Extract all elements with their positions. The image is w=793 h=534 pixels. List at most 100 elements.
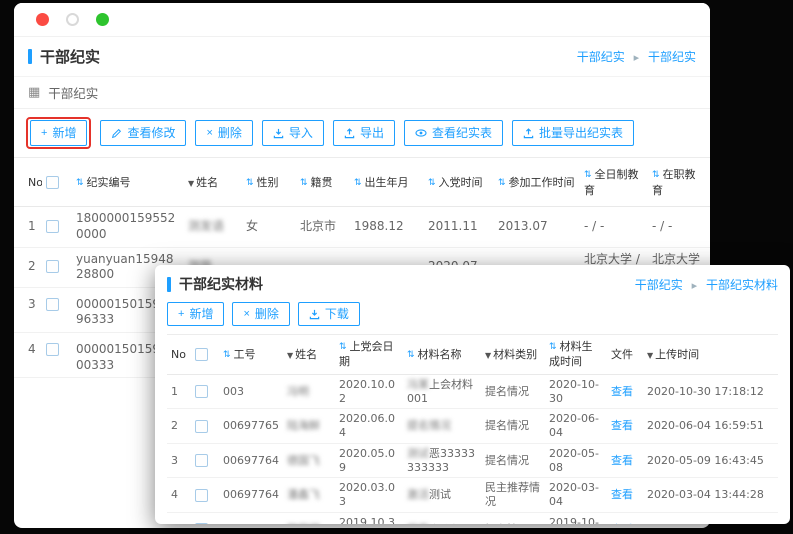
view-edit-button[interactable]: 查看修改	[100, 120, 186, 146]
column-label: 纪实编号	[87, 176, 131, 189]
sort-icon[interactable]: ⇅	[498, 178, 506, 188]
import-button[interactable]: 导入	[262, 120, 324, 146]
cell-generated: 2020-06-04	[545, 409, 607, 444]
cell-material: 激活测试	[403, 478, 481, 513]
close-window-button[interactable]	[36, 13, 49, 26]
window-titlebar	[14, 3, 710, 37]
row-checkbox[interactable]	[46, 220, 59, 233]
view-file-link[interactable]: 查看	[611, 488, 633, 501]
row-checkbox[interactable]	[195, 385, 208, 398]
sort-icon[interactable]: ⇅	[339, 342, 347, 352]
row-checkbox[interactable]	[195, 523, 208, 524]
select-all-checkbox[interactable]	[195, 348, 208, 361]
sort-icon[interactable]: ⇅	[407, 350, 415, 360]
delete-button[interactable]: × 删除	[195, 120, 252, 146]
column-label: 姓名	[196, 176, 218, 189]
cell-name: 陆海鲜	[283, 409, 335, 444]
add-button[interactable]: + 新增	[167, 302, 224, 326]
view-file-link[interactable]: 查看	[611, 419, 633, 432]
column-label: 文件	[611, 348, 633, 361]
cell-name: 魏薇娜	[283, 512, 335, 524]
row-checkbox[interactable]	[195, 489, 208, 502]
column-header[interactable]: ⇅上党会日期	[335, 335, 403, 375]
select-all-header	[42, 158, 72, 207]
column-header[interactable]: ⇅工号	[219, 335, 283, 375]
row-checkbox[interactable]	[46, 343, 59, 356]
column-header[interactable]: ⇅参加工作时间	[494, 158, 580, 207]
filter-icon[interactable]: ▼	[287, 351, 293, 360]
breadcrumb-current[interactable]: 干部纪实	[648, 50, 696, 64]
view-file-link[interactable]: 查看	[611, 523, 633, 524]
batch-export-button[interactable]: 批量导出纪实表	[512, 120, 634, 146]
materials-panel: 干部纪实材料 干部纪实 ▸ 干部纪实材料 + 新增 × 删除 下载	[155, 265, 790, 524]
filter-icon[interactable]: ▼	[188, 179, 194, 188]
row-checkbox[interactable]	[195, 454, 208, 467]
column-header: No	[167, 335, 191, 375]
breadcrumb-link[interactable]: 干部纪实	[577, 50, 625, 64]
column-header[interactable]: ⇅出生年月	[350, 158, 424, 207]
column-header[interactable]: ⇅材料名称	[403, 335, 481, 375]
cell-check	[42, 287, 72, 332]
column-header[interactable]: ▼材料类别	[481, 335, 545, 375]
minimize-window-button[interactable]	[66, 13, 79, 26]
cell-check	[191, 512, 219, 524]
cell-category: 民主推荐情况	[481, 478, 545, 513]
column-header[interactable]: ⇅籍贯	[296, 158, 350, 207]
download-button[interactable]: 下载	[298, 302, 360, 326]
delete-button[interactable]: × 删除	[232, 302, 289, 326]
sort-icon[interactable]: ⇅	[246, 178, 254, 188]
cell-no: 4	[14, 332, 42, 377]
cell-uploaded: 2020-03-04 13:44:28	[643, 478, 778, 513]
column-label: 出生年月	[365, 176, 409, 189]
column-header[interactable]: ⇅全日制教育	[580, 158, 648, 207]
table-row: 200697765陆海鲜2020.06.04提名情况提名情况2020-06-04…	[167, 409, 778, 444]
cell-file: 查看	[607, 478, 643, 513]
cell-no: 2	[167, 409, 191, 444]
row-checkbox[interactable]	[46, 298, 59, 311]
sort-icon[interactable]: ⇅	[428, 178, 436, 188]
view-record-table-button[interactable]: 查看纪实表	[404, 120, 503, 146]
column-header[interactable]: ⇅材料生成时间	[545, 335, 607, 375]
column-header[interactable]: ⇅纪实编号	[72, 158, 184, 207]
cell-party: 2011.11	[424, 207, 494, 247]
breadcrumb-current[interactable]: 干部纪实材料	[706, 278, 778, 292]
download-icon	[309, 309, 320, 320]
column-label: 参加工作时间	[509, 176, 575, 189]
column-header[interactable]: ⇅在职教育	[648, 158, 710, 207]
row-checkbox[interactable]	[195, 420, 208, 433]
cell-uploaded: 2020-10-30 17:18:12	[643, 374, 778, 409]
edit-icon	[111, 128, 122, 139]
column-label: 全日制教育	[584, 168, 639, 197]
filter-icon[interactable]: ▼	[485, 351, 491, 360]
breadcrumb-link[interactable]: 干部纪实	[635, 278, 683, 292]
maximize-window-button[interactable]	[96, 13, 109, 26]
cell-emp_id: 00697764	[219, 478, 283, 513]
sort-icon[interactable]: ⇅	[549, 342, 557, 352]
filter-icon[interactable]: ▼	[647, 351, 653, 360]
sort-icon[interactable]: ⇅	[354, 178, 362, 188]
column-header[interactable]: ▼姓名	[184, 158, 242, 207]
sort-icon[interactable]: ⇅	[223, 350, 231, 360]
column-header[interactable]: ⇅性别	[242, 158, 296, 207]
column-header[interactable]: ▼姓名	[283, 335, 335, 375]
select-all-checkbox[interactable]	[46, 176, 59, 189]
column-label: 材料类别	[493, 348, 537, 361]
cell-check	[191, 409, 219, 444]
column-label: 性别	[257, 176, 279, 189]
add-button[interactable]: + 新增	[30, 120, 87, 146]
sort-icon[interactable]: ⇅	[652, 170, 660, 180]
cell-name: 测发语	[184, 207, 242, 247]
sort-icon[interactable]: ⇅	[300, 178, 308, 188]
column-header[interactable]: ⇅入党时间	[424, 158, 494, 207]
row-checkbox[interactable]	[46, 260, 59, 273]
export-button[interactable]: 导出	[333, 120, 395, 146]
sort-icon[interactable]: ⇅	[76, 178, 84, 188]
cell-material: 冯某上会材料001	[403, 374, 481, 409]
cell-no: 1	[167, 374, 191, 409]
close-icon: ×	[206, 128, 212, 139]
sort-icon[interactable]: ⇅	[584, 170, 592, 180]
column-header[interactable]: ▼上传时间	[643, 335, 778, 375]
column-label: No	[28, 176, 42, 189]
view-file-link[interactable]: 查看	[611, 385, 633, 398]
view-file-link[interactable]: 查看	[611, 454, 633, 467]
